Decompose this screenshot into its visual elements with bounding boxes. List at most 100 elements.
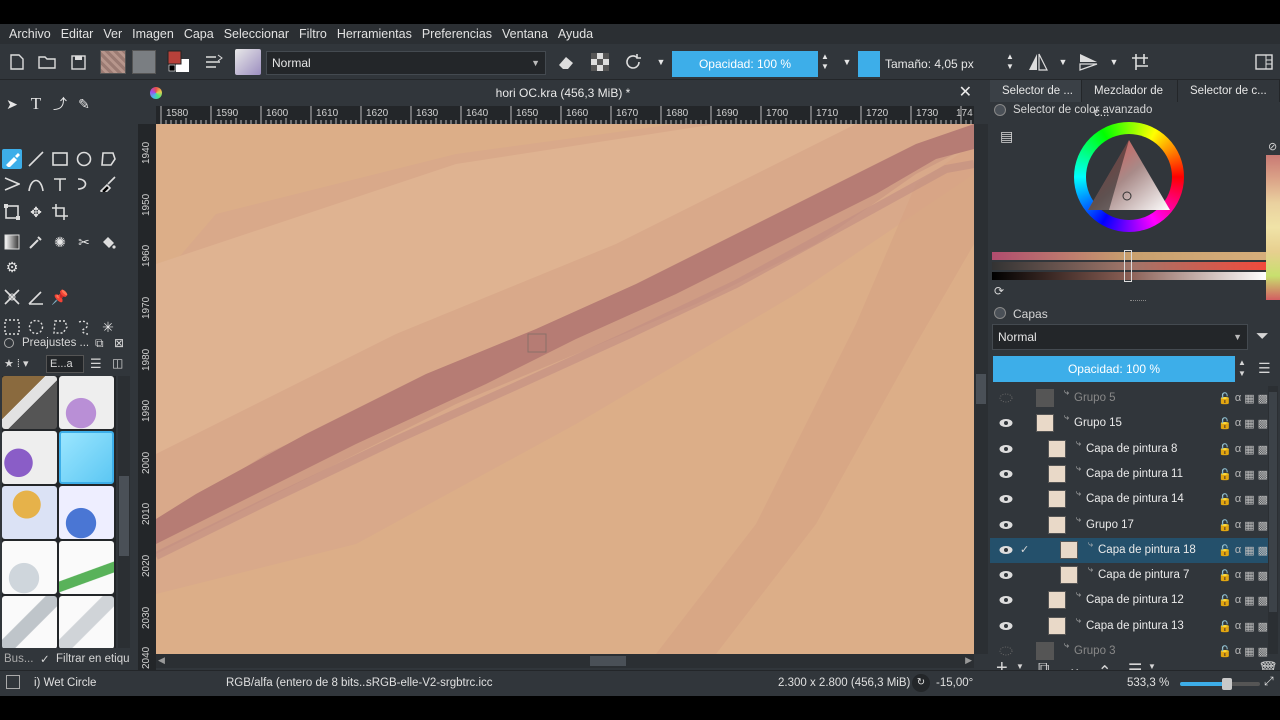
menu-archivo[interactable]: Archivo [4, 27, 56, 41]
tab-color-selector-2[interactable]: Selector de c... [1178, 80, 1280, 102]
menu-ayuda[interactable]: Ayuda [553, 27, 598, 41]
filter-checkbox[interactable]: ✓ [40, 652, 50, 666]
layer-row[interactable]: Capa de pintura 8 ⤷ 🔓 α ▦ ▩ [990, 437, 1270, 462]
eye-icon[interactable] [999, 620, 1013, 633]
gradient-preset-icon[interactable] [100, 50, 126, 74]
slider-handle[interactable] [1124, 250, 1132, 282]
color-triangle[interactable] [1084, 136, 1174, 216]
menu-seleccionar[interactable]: Seleccionar [219, 27, 294, 41]
eye-icon[interactable] [999, 544, 1013, 557]
brush-preset-green[interactable] [59, 541, 114, 594]
text-tool-icon[interactable]: T [26, 94, 46, 114]
layer-row[interactable]: Grupo 17 ⤷ 🔓 α ▦ ▩ [990, 513, 1270, 538]
alpha-lock-icon[interactable]: ▩ [1258, 443, 1268, 456]
chevron-down-icon[interactable]: ▼ [1103, 51, 1125, 73]
new-document-icon[interactable] [6, 51, 28, 73]
layer-row[interactable]: Capa de pintura 14 ⤷ 🔓 α ▦ ▩ [990, 487, 1270, 512]
alpha-lock-icon[interactable] [589, 51, 611, 73]
lock-icon[interactable]: 🔓 [1218, 645, 1232, 658]
freehand-select-icon[interactable] [74, 317, 94, 337]
layer-style-icon[interactable]: ▦ [1244, 443, 1254, 456]
gradient-tool-icon[interactable] [2, 232, 22, 252]
alpha-inherit-icon[interactable]: α [1235, 594, 1241, 607]
lock-icon[interactable]: 🔓 [1218, 544, 1232, 557]
panel-toggle-icon[interactable] [994, 104, 1006, 116]
menu-preferencias[interactable]: Preferencias [417, 27, 497, 41]
color-settings-icon[interactable]: ▤ [1000, 128, 1013, 145]
refresh-icon[interactable]: ⟳ [994, 284, 1004, 298]
alpha-inherit-icon[interactable]: α [1235, 468, 1241, 481]
mirror-vertical-icon[interactable] [1078, 51, 1100, 73]
layer-row[interactable]: Capa de pintura 12 ⤷ 🔓 α ▦ ▩ [990, 588, 1270, 613]
polygon-select-icon[interactable] [50, 317, 70, 337]
scroll-right-icon[interactable]: ▶ [965, 655, 972, 666]
select-shapes-icon[interactable]: ➤ [2, 94, 22, 114]
edit-shapes-icon[interactable]: ⤴ [50, 94, 70, 114]
canvas-hscrollbar[interactable]: ◀ ▶ [156, 654, 974, 668]
save-icon[interactable] [67, 51, 89, 73]
lock-icon[interactable]: 🔓 [1218, 443, 1232, 456]
transform-tool-icon[interactable] [2, 202, 22, 222]
alpha-lock-icon[interactable]: ▩ [1258, 620, 1268, 633]
menu-editar[interactable]: Editar [56, 27, 99, 41]
layer-options-icon[interactable]: ☰ [1258, 360, 1271, 377]
brush-preset-blender[interactable] [2, 541, 57, 594]
eraser-icon[interactable] [555, 51, 577, 73]
chevron-down-icon[interactable]: ▼ [650, 51, 672, 73]
eye-icon[interactable] [999, 569, 1013, 582]
eye-icon[interactable] [999, 493, 1013, 506]
eye-icon[interactable] [999, 443, 1013, 456]
multibrush-icon[interactable] [98, 174, 118, 194]
layer-style-icon[interactable]: ▦ [1244, 519, 1254, 532]
blend-mode-combo[interactable]: Normal ▼ [266, 51, 546, 75]
splitter[interactable] [1130, 300, 1146, 303]
eye-icon[interactable] [999, 468, 1013, 481]
layer-row[interactable]: Capa de pintura 7 ⤷ 🔓 α ▦ ▩ [990, 563, 1270, 588]
zoom-slider-handle[interactable] [1222, 678, 1232, 690]
menu-lines-icon[interactable]: ☰ [90, 356, 102, 372]
reference-pin-icon[interactable]: 📌 [50, 287, 70, 307]
move-tool-icon[interactable]: ✥ [26, 202, 46, 222]
ellipse-tool-icon[interactable] [74, 149, 94, 169]
presets-search[interactable]: Bus... [4, 653, 33, 665]
magic-wand-icon[interactable]: ✳ [98, 317, 118, 337]
menu-ver[interactable]: Ver [98, 27, 127, 41]
alpha-inherit-icon[interactable]: α [1235, 417, 1241, 430]
line-tool-icon[interactable] [26, 149, 46, 169]
size-slider-fill[interactable] [858, 51, 880, 77]
tab-color-mixer[interactable]: Mezclador de c... [1082, 80, 1178, 119]
fg-bg-color-icon[interactable] [166, 49, 192, 75]
close-panel-icon[interactable]: ⊠ [114, 336, 124, 350]
hscroll-thumb[interactable] [590, 656, 626, 666]
alpha-lock-icon[interactable]: ▩ [1258, 594, 1268, 607]
polyline-tool-icon[interactable] [2, 174, 22, 194]
alpha-lock-icon[interactable]: ▩ [1258, 468, 1268, 481]
chevron-down-icon[interactable]: ▼ [836, 51, 858, 73]
assistant-icon[interactable] [2, 287, 22, 307]
canvas-vscrollbar[interactable] [974, 124, 988, 654]
workspace-icon[interactable] [1253, 51, 1275, 73]
tag-selector[interactable]: E...a [46, 355, 84, 373]
bezier-tool-icon[interactable] [26, 174, 46, 194]
brush-preset-soft[interactable] [2, 596, 57, 649]
eye-hidden-icon[interactable] [999, 392, 1013, 405]
assistant-tool-icon[interactable]: ✂ [74, 232, 94, 252]
document-tab[interactable]: hori OC.kra (456,3 MiB) * ✕ [138, 80, 988, 106]
measure-tool-icon[interactable] [26, 287, 46, 307]
presets-scroll-thumb[interactable] [119, 476, 129, 556]
layer-style-icon[interactable]: ▦ [1244, 594, 1254, 607]
alpha-inherit-icon[interactable]: α [1235, 569, 1241, 582]
alpha-lock-icon[interactable]: ▩ [1258, 417, 1268, 430]
tab-color-selector[interactable]: Selector de ... [990, 80, 1082, 102]
lock-icon[interactable]: 🔓 [1218, 594, 1232, 607]
layer-style-icon[interactable]: ▦ [1244, 544, 1254, 557]
rectangle-tool-icon[interactable] [50, 149, 70, 169]
alpha-lock-icon[interactable]: ▩ [1258, 392, 1268, 405]
layer-opacity-slider[interactable]: Opacidad: 100 % [993, 356, 1235, 382]
clear-history-icon[interactable]: ⊘ [1268, 140, 1277, 153]
alpha-inherit-icon[interactable]: α [1235, 544, 1241, 557]
size-slider[interactable]: Tamaño: 4,05 px [880, 51, 1004, 77]
freehand-path-icon[interactable] [50, 174, 70, 194]
filter-icon[interactable]: ⏷ [1256, 328, 1269, 346]
menu-ventana[interactable]: Ventana [497, 27, 553, 41]
